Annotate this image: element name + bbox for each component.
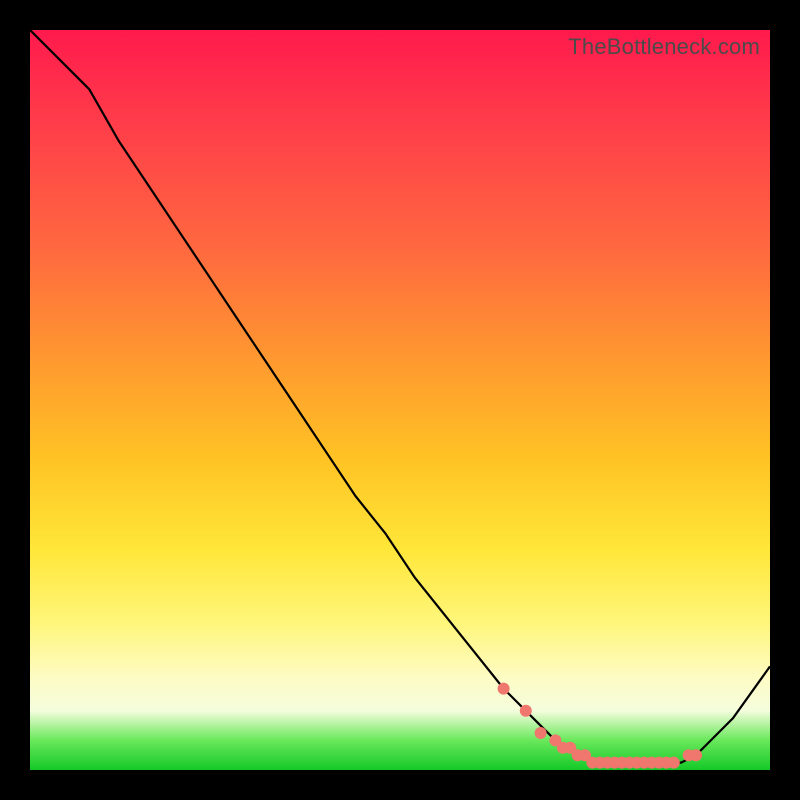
main-curve — [30, 30, 770, 763]
marker-dot — [535, 727, 547, 739]
marker-dot — [520, 705, 532, 717]
marker-dot — [668, 757, 680, 769]
plot-area: TheBottleneck.com — [30, 30, 770, 770]
chart-frame: TheBottleneck.com — [0, 0, 800, 800]
marker-dot — [498, 683, 510, 695]
curve-layer — [30, 30, 770, 770]
marker-dots — [498, 683, 702, 769]
marker-dot — [690, 749, 702, 761]
